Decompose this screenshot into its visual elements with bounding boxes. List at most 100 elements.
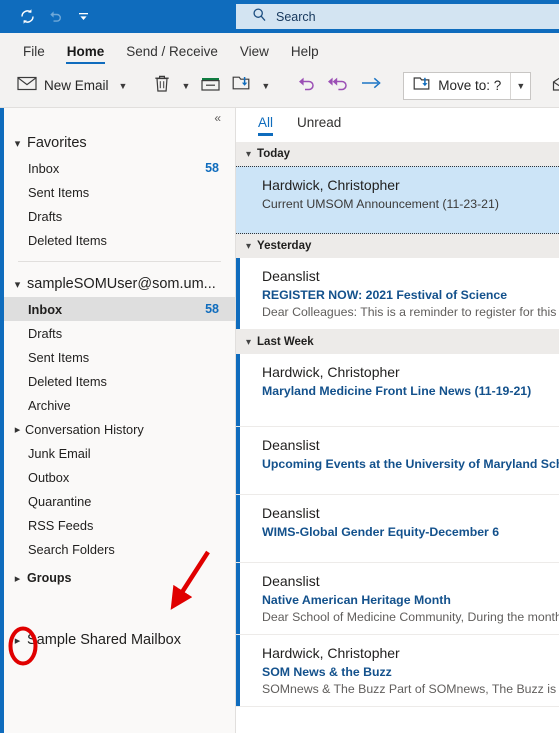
message-subject: Maryland Medicine Front Line News (11-19…: [262, 383, 532, 398]
sidebar-item-search-folders[interactable]: Search Folders: [4, 537, 235, 561]
chevron-right-icon[interactable]: ▸: [10, 423, 25, 436]
ribbon-toolbar: New Email ▼ ▼ ▼ Move to: ? ▼: [0, 64, 559, 108]
search-icon: [252, 7, 267, 27]
tab-send-receive[interactable]: Send / Receive: [115, 44, 229, 65]
move-to-folder-icon: [231, 74, 251, 97]
move-to-dropdown-icon[interactable]: ▼: [510, 72, 530, 99]
undo-icon[interactable]: [42, 5, 68, 29]
folder-label: Deleted Items: [28, 232, 107, 248]
filter-unread[interactable]: Unread: [297, 115, 341, 136]
sidebar-item-deleted-items[interactable]: Deleted Items: [4, 369, 235, 393]
archive-box-icon: [200, 75, 221, 97]
quick-access-toolbar: [0, 5, 96, 29]
customize-quick-access-icon[interactable]: [70, 5, 96, 29]
sidebar-item-favorites-sent-items[interactable]: Sent Items: [4, 180, 235, 204]
sidebar-item-favorites-inbox[interactable]: Inbox 58: [4, 156, 235, 180]
message-list-item[interactable]: Deanslist REGISTER NOW: 2021 Festival of…: [236, 258, 559, 330]
expand-shared-mailbox-chevron[interactable]: ▸: [10, 634, 25, 647]
sidebar-group-favorites[interactable]: ▾ Favorites: [4, 130, 235, 156]
reply-button[interactable]: [291, 71, 322, 101]
archive-button[interactable]: [195, 71, 226, 101]
chevron-down-icon: ▾: [14, 278, 21, 291]
move-to-label: Move to: ?: [438, 78, 502, 93]
message-filter-bar: All Unread: [236, 108, 559, 142]
move-to-combobox[interactable]: Move to: ? ▼: [403, 71, 532, 100]
message-list-item[interactable]: Deanslist Upcoming Events at the Univers…: [236, 427, 559, 495]
message-list-item[interactable]: Hardwick, Christopher Current UMSOM Anno…: [236, 166, 559, 234]
message-subject: Current UMSOM Announcement (11-23-21): [262, 196, 499, 211]
message-list-pane: All Unread ▾ Today Hardwick, Christopher…: [236, 108, 559, 733]
sidebar-group-groups[interactable]: ▸ Groups: [4, 565, 235, 591]
message-list-item[interactable]: Hardwick, Christopher SOM News & the Buz…: [236, 635, 559, 707]
sidebar-divider: [18, 261, 221, 262]
tab-help[interactable]: Help: [280, 44, 330, 65]
sidebar-group-shared-mailbox[interactable]: ▸ Sample Shared Mailbox: [4, 627, 235, 653]
new-email-button[interactable]: New Email: [12, 71, 114, 101]
sidebar-item-conversation-history[interactable]: ▸ Conversation History: [4, 417, 235, 441]
collapse-sidebar-row: «: [4, 108, 235, 130]
message-sender: Hardwick, Christopher: [262, 177, 400, 193]
sidebar-group-account[interactable]: ▾ sampleSOMUser@som.um...: [4, 271, 235, 297]
message-sender: Deanslist: [262, 573, 320, 589]
chevron-right-icon[interactable]: ▸: [10, 572, 25, 585]
reply-arrow-icon: [296, 74, 317, 97]
delete-button[interactable]: [148, 71, 176, 101]
message-subject: Upcoming Events at the University of Mar…: [262, 456, 559, 471]
favorites-label: Favorites: [27, 135, 87, 151]
move-dropdown-icon[interactable]: ▼: [256, 73, 275, 99]
unread-count: 58: [205, 161, 219, 175]
move-to-folder-icon: [412, 75, 431, 97]
collapse-sidebar-icon[interactable]: «: [214, 108, 221, 130]
sidebar-item-drafts[interactable]: Drafts: [4, 321, 235, 345]
folder-label: Conversation History: [25, 421, 144, 437]
date-group-header-yesterday[interactable]: ▾ Yesterday: [236, 234, 559, 258]
chevron-down-icon: ▾: [246, 336, 252, 348]
chevron-down-icon: ▾: [14, 137, 21, 150]
new-email-dropdown-icon[interactable]: ▼: [114, 73, 133, 99]
title-bar: Search: [0, 0, 559, 33]
message-list-item[interactable]: Deanslist WIMS-Global Gender Equity-Dece…: [236, 495, 559, 563]
message-preview: SOMnews & The Buzz Part of SOMnews, The …: [262, 682, 559, 697]
mark-unread-button[interactable]: [547, 71, 559, 101]
move-button[interactable]: [226, 71, 256, 101]
sidebar-item-favorites-drafts[interactable]: Drafts: [4, 204, 235, 228]
filter-all[interactable]: All: [258, 115, 274, 136]
tab-home[interactable]: Home: [56, 44, 116, 65]
message-list-item[interactable]: Hardwick, Christopher Maryland Medicine …: [236, 354, 559, 427]
sidebar-item-sent-items[interactable]: Sent Items: [4, 345, 235, 369]
forward-button[interactable]: [355, 71, 387, 101]
sidebar-item-junk-email[interactable]: Junk Email: [4, 441, 235, 465]
message-sender: Hardwick, Christopher: [262, 364, 400, 380]
delete-dropdown-icon[interactable]: ▼: [176, 73, 195, 99]
move-to-button[interactable]: Move to: ?: [404, 75, 510, 97]
envelope-icon: [17, 75, 37, 96]
sidebar-item-rss-feeds[interactable]: RSS Feeds: [4, 513, 235, 537]
tab-view[interactable]: View: [229, 44, 280, 65]
message-list-item[interactable]: Deanslist Native American Heritage Month…: [236, 563, 559, 635]
folder-label: Archive: [28, 397, 71, 413]
sidebar-item-inbox[interactable]: Inbox 58: [4, 297, 235, 321]
folder-label: Search Folders: [28, 541, 115, 557]
date-group-header-today[interactable]: ▾ Today: [236, 142, 559, 166]
search-box[interactable]: Search: [236, 4, 559, 29]
reply-all-button[interactable]: [322, 71, 355, 101]
date-group-header-last-week[interactable]: ▾ Last Week: [236, 330, 559, 354]
message-preview: Dear Colleagues: This is a reminder to r…: [262, 305, 559, 320]
outlook-window: Search File Home Send / Receive View Hel…: [0, 0, 559, 733]
folder-label: Junk Email: [28, 445, 91, 461]
message-subject: SOM News & the Buzz: [262, 664, 392, 679]
sidebar-item-favorites-deleted-items[interactable]: Deleted Items: [4, 228, 235, 252]
sidebar-item-archive[interactable]: Archive: [4, 393, 235, 417]
folder-label: Quarantine: [28, 493, 92, 509]
message-subject: WIMS-Global Gender Equity-December 6: [262, 524, 500, 539]
sync-icon[interactable]: [14, 5, 40, 29]
message-sender: Deanslist: [262, 268, 320, 284]
sidebar-item-outbox[interactable]: Outbox: [4, 465, 235, 489]
folder-label: RSS Feeds: [28, 517, 94, 533]
tab-file[interactable]: File: [12, 44, 56, 65]
account-label: sampleSOMUser@som.um...: [27, 276, 216, 292]
sidebar-item-quarantine[interactable]: Quarantine: [4, 489, 235, 513]
folder-label: Drafts: [28, 325, 63, 341]
folder-label: Outbox: [28, 469, 70, 485]
unread-count: 58: [205, 302, 219, 316]
